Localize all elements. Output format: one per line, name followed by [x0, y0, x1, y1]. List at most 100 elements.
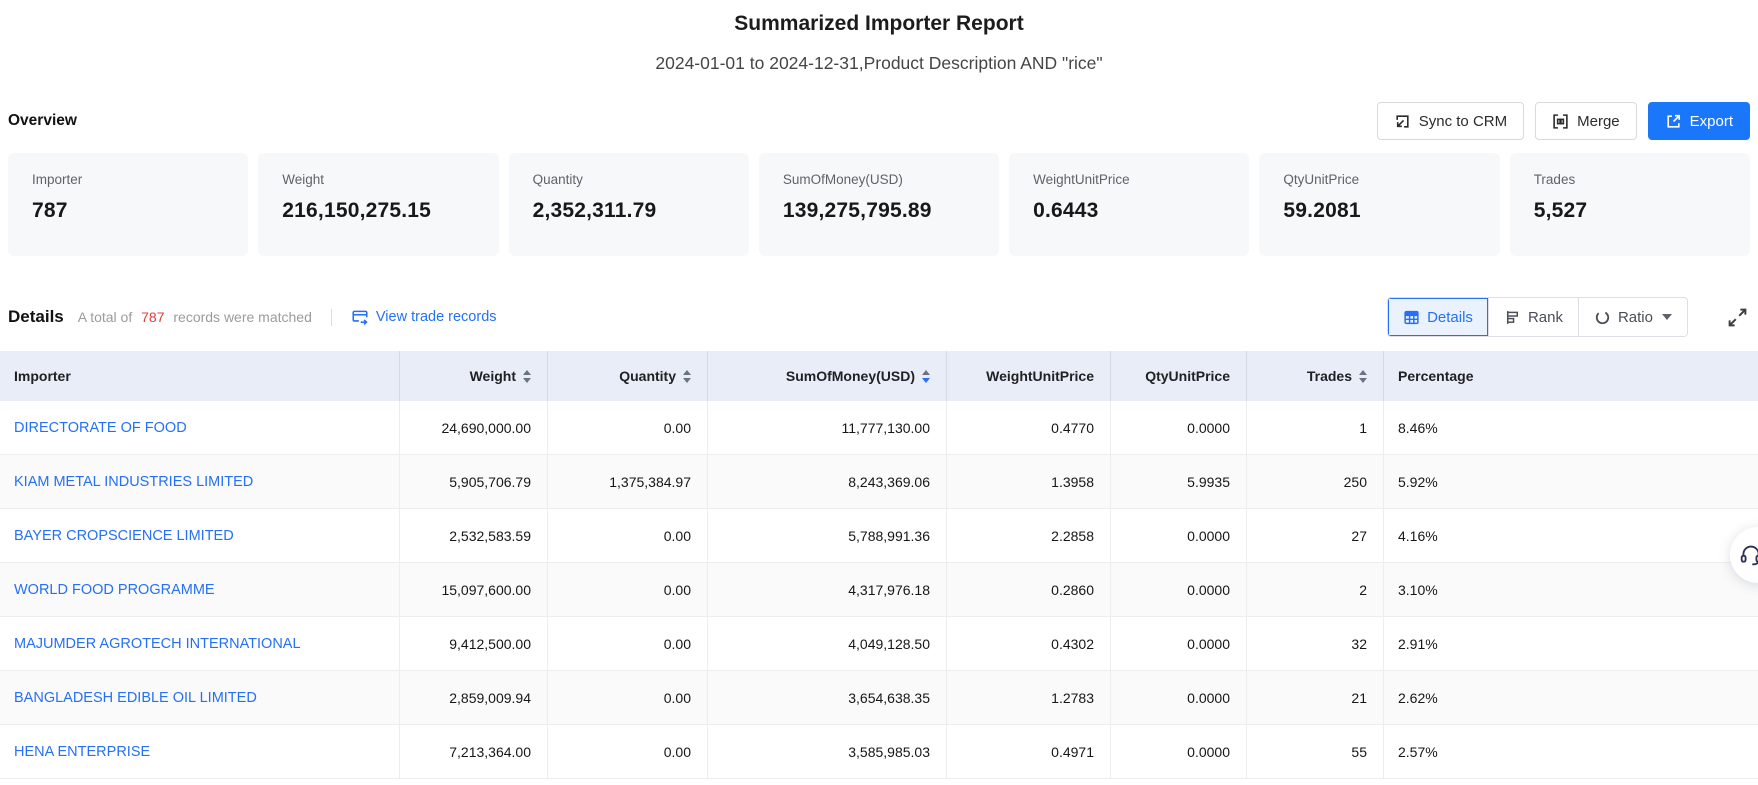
stat-card-trades: Trades 5,527 — [1510, 153, 1750, 256]
sort-desc-icon — [1359, 378, 1367, 383]
column-header-importer: Importer — [0, 351, 400, 401]
export-button[interactable]: Export — [1648, 102, 1750, 140]
column-header-percentage: Percentage — [1384, 351, 1758, 401]
merge-columns-icon — [1552, 113, 1569, 130]
column-header-sumofmoney-usd[interactable]: SumOfMoney(USD) — [708, 351, 947, 401]
cell-weight: 9,412,500.00 — [400, 617, 548, 670]
table-row: BAYER CROPSCIENCE LIMITED2,532,583.59 0.0… — [0, 509, 1758, 563]
tab-rank[interactable]: Rank — [1488, 298, 1578, 336]
tab-rank-label: Rank — [1528, 309, 1563, 326]
stat-card-label: Weight — [282, 171, 474, 188]
sort-asc-icon — [683, 370, 691, 375]
cell-sumofmoney-usd: 3,654,638.35 — [708, 671, 947, 724]
stat-card-label: SumOfMoney(USD) — [783, 171, 975, 188]
export-label: Export — [1690, 113, 1733, 130]
column-label: Percentage — [1398, 368, 1473, 384]
column-label: Weight — [470, 368, 516, 384]
cell-percentage: 2.62% — [1384, 671, 1758, 724]
cell-qtyunitprice: 0.0000 — [1111, 509, 1247, 562]
sort-desc-icon — [683, 378, 691, 383]
cell-weight: 24,690,000.00 — [400, 401, 548, 454]
stat-card-value: 787 — [32, 199, 224, 223]
cell-qtyunitprice: 0.0000 — [1111, 617, 1247, 670]
cell-qtyunitprice: 0.0000 — [1111, 563, 1247, 616]
column-header-quantity[interactable]: Quantity — [548, 351, 708, 401]
vertical-divider — [331, 309, 332, 326]
fullscreen-button[interactable] — [1725, 305, 1750, 330]
table-grid-icon — [1403, 309, 1420, 326]
cell-weightunitprice: 0.4971 — [947, 725, 1111, 778]
cell-weight: 2,532,583.59 — [400, 509, 548, 562]
stat-card-qtyunitprice: QtyUnitPrice59.2081 — [1259, 153, 1499, 256]
stat-card-weight: Weight216,150,275.15 — [258, 153, 498, 256]
stat-card-value: 139,275,795.89 — [783, 199, 975, 223]
column-header-weight[interactable]: Weight — [400, 351, 548, 401]
importer-link[interactable]: BANGLADESH EDIBLE OIL LIMITED — [0, 671, 400, 724]
view-trade-records-link[interactable]: View trade records — [351, 308, 497, 326]
overview-heading: Overview — [8, 112, 77, 130]
tab-ratio[interactable]: Ratio — [1578, 298, 1687, 336]
stat-card-label: Trades — [1534, 171, 1726, 188]
cell-sumofmoney-usd: 5,788,991.36 — [708, 509, 947, 562]
sync-to-crm-button[interactable]: Sync to CRM — [1377, 102, 1524, 140]
cell-qtyunitprice: 0.0000 — [1111, 671, 1247, 724]
importer-link[interactable]: HENA ENTERPRISE — [0, 725, 400, 778]
cell-percentage: 2.57% — [1384, 725, 1758, 778]
table-header-row: Importer Weight Quantity SumOfMoney(USD) Wei… — [0, 351, 1758, 401]
match-prefix: A total of — [78, 309, 132, 325]
merge-label: Merge — [1577, 113, 1620, 130]
cell-sumofmoney-usd: 8,243,369.06 — [708, 455, 947, 508]
cell-trades: 32 — [1247, 617, 1384, 670]
details-heading: Details — [8, 307, 64, 327]
cell-trades: 250 — [1247, 455, 1384, 508]
tab-details[interactable]: Details — [1388, 298, 1488, 336]
cell-quantity: 0.00 — [548, 401, 708, 454]
column-label: QtyUnitPrice — [1145, 368, 1230, 384]
cell-percentage: 4.16% — [1384, 509, 1758, 562]
importer-table: Importer Weight Quantity SumOfMoney(USD) Wei… — [0, 351, 1758, 779]
column-label: Importer — [14, 368, 71, 384]
match-summary: A total of 787 records were matched — [78, 309, 312, 325]
cell-trades: 2 — [1247, 563, 1384, 616]
sort-desc-icon — [523, 378, 531, 383]
importer-link[interactable]: DIRECTORATE OF FOOD — [0, 401, 400, 454]
cell-quantity: 0.00 — [548, 617, 708, 670]
sort-carets-icon[interactable] — [1359, 370, 1367, 383]
stat-card-label: Importer — [32, 171, 224, 188]
stat-card-weightunitprice: WeightUnitPrice0.6443 — [1009, 153, 1249, 256]
sort-carets-icon[interactable] — [523, 370, 531, 383]
cell-weightunitprice: 2.2858 — [947, 509, 1111, 562]
table-row: KIAM METAL INDUSTRIES LIMITED5,905,706.7… — [0, 455, 1758, 509]
cell-qtyunitprice: 0.0000 — [1111, 725, 1247, 778]
cell-quantity: 1,375,384.97 — [548, 455, 708, 508]
column-label: SumOfMoney(USD) — [786, 368, 915, 384]
importer-link[interactable]: WORLD FOOD PROGRAMME — [0, 563, 400, 616]
importer-link[interactable]: MAJUMDER AGROTECH INTERNATIONAL — [0, 617, 400, 670]
stat-card-value: 59.2081 — [1283, 199, 1475, 223]
merge-button[interactable]: Merge — [1535, 102, 1637, 140]
column-label: WeightUnitPrice — [986, 368, 1094, 384]
column-label: Trades — [1307, 368, 1352, 384]
importer-link[interactable]: BAYER CROPSCIENCE LIMITED — [0, 509, 400, 562]
stat-card-value: 2,352,311.79 — [533, 199, 725, 223]
cell-percentage: 8.46% — [1384, 401, 1758, 454]
bar-chart-icon — [1504, 309, 1521, 326]
stat-card-value: 5,527 — [1534, 199, 1726, 223]
column-header-trades[interactable]: Trades — [1247, 351, 1384, 401]
square-arrow-out-icon — [1665, 113, 1682, 130]
stat-card-quantity: Quantity2,352,311.79 — [509, 153, 749, 256]
importer-link[interactable]: KIAM METAL INDUSTRIES LIMITED — [0, 455, 400, 508]
sort-carets-icon[interactable] — [683, 370, 691, 383]
cell-trades: 21 — [1247, 671, 1384, 724]
cell-percentage: 3.10% — [1384, 563, 1758, 616]
cell-weightunitprice: 0.4770 — [947, 401, 1111, 454]
cell-weight: 5,905,706.79 — [400, 455, 548, 508]
cell-quantity: 0.00 — [548, 563, 708, 616]
sort-asc-icon — [922, 370, 930, 375]
tab-details-label: Details — [1427, 309, 1473, 326]
sort-carets-icon[interactable] — [922, 370, 930, 383]
details-row: Details A total of 787 records were matc… — [8, 297, 1750, 337]
cell-quantity: 0.00 — [548, 671, 708, 724]
stat-card-importer: Importer 787 — [8, 153, 248, 256]
match-suffix: records were matched — [173, 309, 312, 325]
